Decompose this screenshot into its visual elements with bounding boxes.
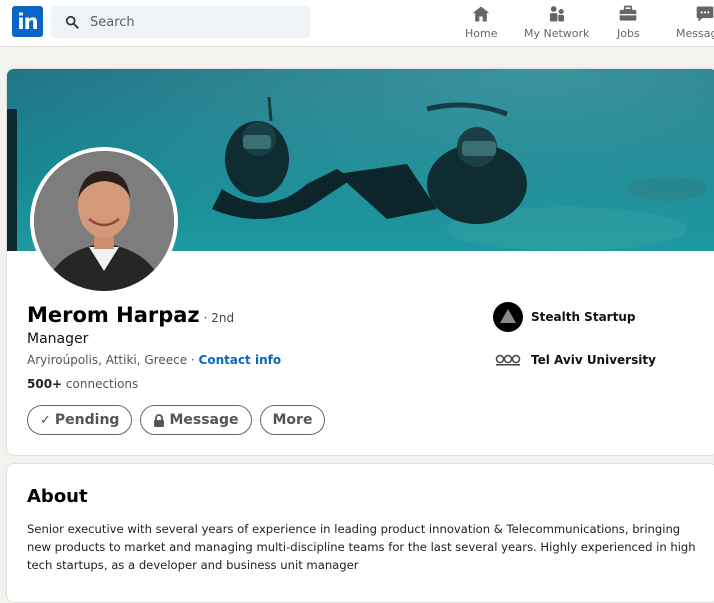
profile-name-row: Merom Harpaz · 2nd [27, 303, 234, 327]
org-stealth-startup[interactable]: Stealth Startup [493, 302, 635, 332]
search-bar[interactable] [51, 6, 310, 38]
about-title: About [27, 486, 88, 507]
nav-my-network-label: My Network [524, 27, 590, 40]
top-nav: in Home My Network Jobs [0, 0, 714, 47]
message-label: Message [169, 412, 239, 428]
org-university-name: Tel Aviv University [531, 353, 656, 367]
profile-name: Merom Harpaz [27, 303, 200, 327]
org-stealth-name: Stealth Startup [531, 310, 636, 324]
connections-label: connections [62, 377, 139, 391]
message-button[interactable]: Message [140, 405, 252, 435]
profile-location: Aryiroúpolis, Attiki, Greece · [27, 353, 199, 367]
more-button[interactable]: More [259, 405, 326, 435]
stealth-logo-icon [493, 302, 523, 332]
network-icon [549, 6, 564, 22]
home-icon [472, 6, 490, 22]
briefcase-icon [620, 5, 637, 21]
university-logo-icon [493, 345, 523, 375]
checkmark-icon: ✓ [40, 412, 51, 428]
search-input[interactable] [88, 13, 288, 31]
org-tel-aviv-university[interactable]: Tel Aviv University [493, 345, 656, 375]
profile-headline: Manager [27, 331, 89, 347]
profile-avatar[interactable] [30, 147, 178, 295]
nav-home[interactable]: Home [465, 4, 497, 42]
more-label: More [272, 412, 313, 428]
contact-info-link[interactable]: Contact info [199, 353, 282, 367]
linkedin-logo-icon[interactable]: in [12, 6, 43, 37]
profile-photo [34, 151, 174, 291]
about-section: About Senior executive with several year… [6, 463, 714, 603]
connections-number: 500+ [27, 377, 63, 391]
connection-degree: · 2nd [203, 311, 235, 325]
nav-messaging-label: Messaging [676, 27, 714, 40]
nav-messaging[interactable]: Messaging [676, 4, 714, 42]
profile-actions: ✓ Pending Message More [27, 405, 326, 435]
nav-home-label: Home [465, 27, 498, 40]
profile-card: Merom Harpaz · 2nd Manager Aryiroúpolis,… [6, 68, 714, 456]
nav-my-network[interactable]: My Network [524, 4, 589, 42]
messaging-icon [696, 6, 714, 22]
about-text: Senior executive with several years of e… [27, 522, 696, 572]
connections-count[interactable]: 500+ connections [27, 377, 138, 391]
lock-icon [154, 413, 165, 427]
pending-label: Pending [54, 412, 120, 428]
nav-jobs-label: Jobs [617, 27, 640, 40]
pending-button[interactable]: ✓ Pending [27, 405, 133, 435]
location-row: Aryiroúpolis, Attiki, Greece · Contact i… [27, 353, 281, 367]
nav-jobs[interactable]: Jobs [617, 4, 640, 42]
search-icon [65, 15, 79, 29]
